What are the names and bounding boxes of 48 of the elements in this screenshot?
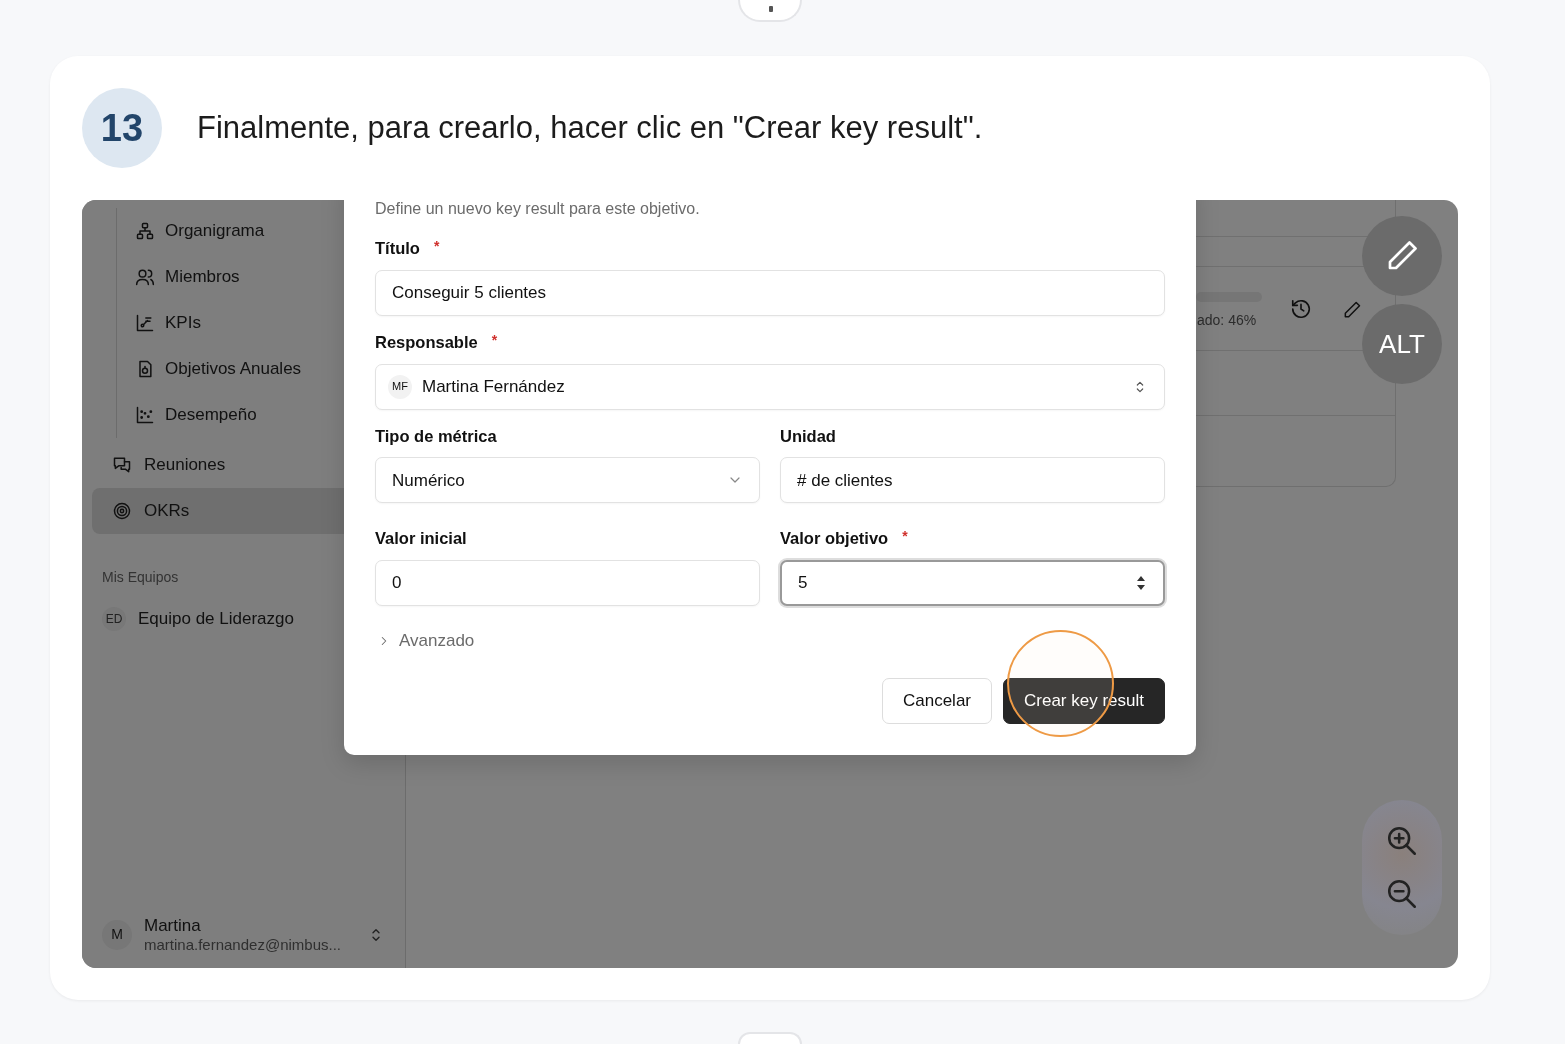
item-label: Desempeño: [165, 404, 257, 427]
scatter-chart-icon: [135, 405, 155, 425]
item-label: OKRs: [144, 500, 190, 523]
select-field[interactable]: MF Martina Fernández: [375, 363, 1165, 410]
field-label: Valor objetivo: [780, 528, 889, 550]
pencil-icon[interactable]: [1342, 300, 1362, 320]
section-title: Mis Equipos: [102, 568, 179, 587]
chat-icon: [112, 455, 132, 475]
select-field[interactable]: Numérico: [375, 457, 760, 504]
step-number: 13: [82, 88, 162, 168]
team-avatar: ED: [102, 606, 126, 631]
spinner-icon[interactable]: [1135, 574, 1147, 592]
chart-icon: [135, 313, 155, 333]
item-label: KPIs: [165, 312, 201, 335]
user-avatar: M: [102, 919, 132, 950]
input-field[interactable]: 0: [375, 560, 760, 606]
org-chart-icon: [135, 221, 155, 241]
item-label: Organigrama: [165, 220, 265, 243]
team-link[interactable]: Equipo de Liderazgo: [138, 606, 294, 632]
step-connector: [738, 1032, 802, 1044]
input-field[interactable]: Conseguir 5 clientes: [375, 269, 1165, 316]
required-marker: *: [491, 330, 498, 350]
history-icon[interactable]: [1290, 298, 1312, 320]
field-label: Unidad: [780, 425, 836, 447]
item-label: Miembros: [165, 266, 240, 289]
item-label: Reuniones: [144, 454, 226, 477]
cancel-button[interactable]: Cancelar: [881, 677, 992, 724]
required-marker: *: [902, 527, 908, 547]
input-field[interactable]: # de clientes: [780, 457, 1165, 504]
step-connector: [738, 0, 802, 22]
user-name: Martina: [144, 915, 202, 936]
field-label: Responsable: [375, 331, 478, 353]
user-menu[interactable]: M Martina martina.fernandez@nimbus...: [82, 915, 405, 968]
item-label: Objetivos Anuales: [165, 358, 302, 381]
field-label: Título: [375, 238, 420, 259]
user-email: martina.fernandez@nimbus...: [144, 936, 342, 954]
progress-track: [1196, 292, 1262, 302]
target-icon: [112, 501, 132, 521]
alt-button[interactable]: ALT: [1362, 304, 1442, 384]
input-field[interactable]: 5: [780, 560, 1165, 606]
users-icon: [135, 267, 155, 287]
progress-text: ado: 46%: [1197, 311, 1257, 330]
step-instruction: Finalmente, para crearlo, hacer clic en "Crear key result".: [197, 108, 983, 147]
user-avatar: MF: [388, 374, 412, 399]
advanced-toggle[interactable]: Avanzado: [375, 628, 475, 654]
required-marker: *: [433, 237, 440, 256]
field-label: Tipo de métrica: [375, 425, 497, 447]
dialog-description: Define un nuevo key result para este objetivo.: [375, 200, 701, 219]
